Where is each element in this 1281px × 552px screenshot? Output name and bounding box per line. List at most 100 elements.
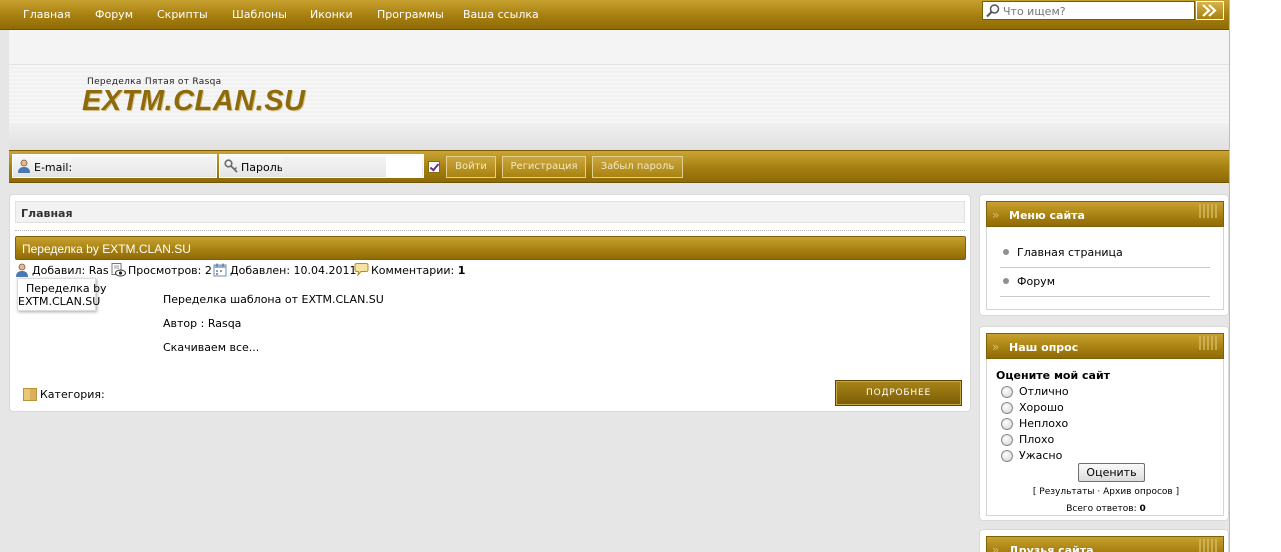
poll-option-excellent[interactable]: Отлично xyxy=(1001,385,1069,398)
thumbnail-caption-line1: Переделка by xyxy=(26,282,107,295)
nav-item-forum[interactable]: Форум xyxy=(95,8,133,21)
entry-views: Просмотров: 2 xyxy=(111,263,212,277)
menu-item-home[interactable]: Главная страница xyxy=(1000,239,1210,268)
poll-option-label: Плохо xyxy=(1019,433,1055,446)
entry-comments: Комментарии: 1 xyxy=(354,263,465,277)
stripes-decoration xyxy=(1199,204,1219,218)
views-count: 2 xyxy=(204,264,212,277)
calendar-icon xyxy=(213,263,227,277)
nav-item-programs[interactable]: Программы xyxy=(377,8,444,21)
poll-total-count: 0 xyxy=(1139,504,1146,514)
entry-body-line: Скачиваем все... xyxy=(163,341,260,354)
category-icon xyxy=(23,388,37,401)
register-button[interactable]: Регистрация xyxy=(502,156,586,178)
block-title-bar: » Меню сайта xyxy=(986,201,1224,227)
block-title-bar: » Друзья сайта xyxy=(986,536,1224,552)
radio-button[interactable] xyxy=(1001,450,1013,462)
login-button[interactable]: Войти xyxy=(446,156,496,178)
poll-archive-link[interactable]: Архив опросов xyxy=(1103,487,1173,497)
stripes-decoration xyxy=(1199,336,1219,350)
eye-document-icon xyxy=(111,263,126,277)
poll-option-label: Ужасно xyxy=(1019,449,1063,462)
poll-option-label: Неплохо xyxy=(1019,417,1069,430)
poll-option-good[interactable]: Хорошо xyxy=(1001,401,1064,414)
breadcrumb-home[interactable]: Главная xyxy=(21,207,73,220)
nav-item-scripts[interactable]: Скрипты xyxy=(157,8,208,21)
search-input[interactable] xyxy=(1003,4,1191,18)
date-label: Добавлен: xyxy=(230,264,291,277)
password-label: Пароль: xyxy=(241,161,287,174)
entry-author: Добавил: Ras xyxy=(15,263,109,277)
password-field-wrapper: Пароль: xyxy=(219,154,424,178)
top-navigation: Главная Форум Скрипты Шаблоны Иконки Про… xyxy=(0,0,1229,30)
site-logo[interactable]: EXTM.CLAN.SU xyxy=(82,85,306,118)
views-label: Просмотров: xyxy=(128,264,202,277)
breadcrumb: Главная xyxy=(15,201,965,223)
email-label: E-mail: xyxy=(34,161,73,174)
site-menu-block: » Меню сайта Главная страница Форум xyxy=(979,194,1229,316)
site-menu-title: Меню сайта xyxy=(1009,209,1085,222)
radio-button[interactable] xyxy=(1001,434,1013,446)
poll-title: Наш опрос xyxy=(1009,341,1079,354)
author-name[interactable]: Ras xyxy=(89,264,109,277)
password-input[interactable] xyxy=(282,157,386,176)
radio-button[interactable] xyxy=(1001,402,1013,414)
forgot-password-button[interactable]: Забыл пароль xyxy=(592,156,683,178)
poll-results-link[interactable]: Результаты xyxy=(1039,487,1094,497)
poll-question: Оцените мой сайт xyxy=(996,369,1111,382)
read-more-button[interactable]: ПОДРОБНЕЕ xyxy=(835,380,962,406)
menu-item-label: Главная страница xyxy=(1017,246,1123,259)
comments-count[interactable]: 1 xyxy=(458,264,466,277)
nav-item-icons[interactable]: Иконки xyxy=(310,8,353,21)
menu-item-forum[interactable]: Форум xyxy=(1000,268,1210,297)
poll-block: Оцените мой сайт Отлично Хорошо Неплохо … xyxy=(979,326,1229,521)
comment-icon xyxy=(354,263,369,277)
poll-links-separator: · xyxy=(1097,487,1101,497)
user-icon xyxy=(16,263,28,277)
poll-option-not-bad[interactable]: Неплохо xyxy=(1001,417,1068,430)
entry-title[interactable]: Переделка by EXTM.CLAN.SU xyxy=(22,242,191,256)
entry-thumbnail[interactable]: Переделка by EXTM.CLAN.SU xyxy=(17,278,107,311)
entry-title-bar: Переделка by EXTM.CLAN.SU xyxy=(15,236,966,260)
poll-option-bad[interactable]: Плохо xyxy=(1001,433,1054,446)
entry-date: Добавлен: 10.04.2011 xyxy=(213,263,357,277)
login-bar: E-mail: Пароль: Войти Регистрация Забыл … xyxy=(9,150,1229,183)
key-icon xyxy=(224,159,238,173)
header-bottom-band xyxy=(9,123,1229,150)
double-chevron-right-icon: » xyxy=(992,208,1000,222)
friends-title: Друзья сайта xyxy=(1009,544,1094,552)
main-content: Главная Переделка by EXTM.CLAN.SU Добави… xyxy=(9,194,971,412)
poll-total: Всего ответов: 0 xyxy=(987,504,1225,514)
entry-body-line: Переделка шаблона от EXTM.CLAN.SU xyxy=(163,293,384,306)
search-box xyxy=(982,1,1195,20)
double-chevron-right-icon xyxy=(1202,4,1217,17)
email-input[interactable] xyxy=(71,157,214,176)
user-icon xyxy=(18,159,30,173)
date-value: 10.04.2011 xyxy=(293,264,357,277)
radio-button[interactable] xyxy=(1001,418,1013,430)
search-icon xyxy=(986,4,1000,18)
poll-option-terrible[interactable]: Ужасно xyxy=(1001,449,1062,462)
divider xyxy=(15,230,965,231)
radio-button[interactable] xyxy=(1001,386,1013,398)
entry-category: Категория: xyxy=(23,388,105,401)
vote-button[interactable]: Оценить xyxy=(1078,463,1145,482)
nav-item-home[interactable]: Главная xyxy=(23,8,71,21)
search-button[interactable] xyxy=(1196,1,1224,20)
page: Главная Форум Скрипты Шаблоны Иконки Про… xyxy=(0,0,1230,552)
block-frame: Оцените мой сайт Отлично Хорошо Неплохо … xyxy=(986,333,1224,516)
poll-total-label: Всего ответов: xyxy=(1066,504,1137,514)
menu-item-label: Форум xyxy=(1017,275,1055,288)
comments-label[interactable]: Комментарии: xyxy=(371,264,454,277)
header-logo-area: Переделка Пятая от Rasqa EXTM.CLAN.SU xyxy=(9,65,1229,123)
bullet-icon xyxy=(1003,249,1009,255)
poll-links: [ Результаты · Архив опросов ] xyxy=(1032,487,1180,497)
remember-me-checkbox[interactable] xyxy=(428,161,440,173)
block-title-bar: » Наш опрос xyxy=(986,333,1224,359)
stripes-decoration xyxy=(1199,539,1219,552)
header-top-band xyxy=(9,30,1229,65)
nav-item-templates[interactable]: Шаблоны xyxy=(232,8,287,21)
nav-item-your-link[interactable]: Ваша ссылка xyxy=(463,8,539,21)
category-label: Категория: xyxy=(40,388,105,401)
entry-body-line: Автор : Rasqa xyxy=(163,317,242,330)
